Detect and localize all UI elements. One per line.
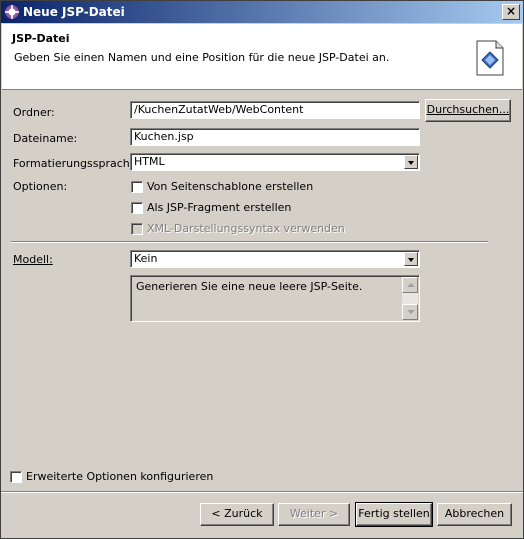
filename-value: Kuchen.jsp bbox=[134, 130, 194, 143]
chevron-down-icon[interactable] bbox=[404, 252, 418, 266]
fragment-checkbox-label: Als JSP-Fragment erstellen bbox=[147, 201, 292, 214]
template-checkbox-label: Von Seitenschablone erstellen bbox=[147, 180, 314, 193]
chevron-down-icon[interactable] bbox=[404, 155, 418, 169]
finish-button-label: Fertig stellen bbox=[358, 507, 430, 520]
finish-button[interactable]: Fertig stellen bbox=[355, 502, 433, 527]
title-bar[interactable]: Neue JSP-Datei × bbox=[1, 1, 523, 23]
model-description-box: Generieren Sie eine neue leere JSP-Seite… bbox=[130, 275, 420, 322]
xml-syntax-checkbox bbox=[131, 223, 143, 235]
footer-separator bbox=[1, 491, 523, 493]
markup-language-select[interactable]: HTML bbox=[130, 153, 420, 171]
model-label: Modell: bbox=[13, 253, 53, 266]
filename-input[interactable]: Kuchen.jsp bbox=[130, 128, 420, 146]
browse-button-label: Durchsuchen... bbox=[426, 103, 510, 116]
folder-value: /KuchenZutatWeb/WebContent bbox=[134, 103, 304, 116]
advanced-options-label: Erweiterte Optionen konfigurieren bbox=[26, 470, 214, 483]
model-value: Kein bbox=[134, 252, 158, 265]
vertical-scrollbar[interactable] bbox=[402, 277, 418, 320]
cancel-button-label: Abbrechen bbox=[444, 507, 505, 520]
window-title: Neue JSP-Datei bbox=[23, 5, 125, 19]
scroll-up-icon[interactable] bbox=[402, 277, 418, 293]
close-icon: × bbox=[505, 4, 517, 18]
back-button-label: < Zurück bbox=[211, 507, 263, 520]
page-description: Geben Sie einen Namen und eine Position … bbox=[14, 51, 390, 64]
back-button[interactable]: < Zurück bbox=[200, 503, 274, 526]
markup-language-value: HTML bbox=[134, 155, 165, 168]
browse-button[interactable]: Durchsuchen... bbox=[425, 99, 511, 122]
page-title: JSP-Datei bbox=[12, 32, 70, 45]
dialog-window: Neue JSP-Datei × JSP-Datei Geben Sie ein… bbox=[0, 0, 524, 539]
folder-label: Ordner: bbox=[13, 106, 55, 119]
markup-language-label: Formatierungssprache: bbox=[13, 157, 141, 170]
jsp-file-icon bbox=[476, 40, 504, 76]
advanced-options-checkbox[interactable] bbox=[10, 471, 22, 483]
filename-label: Dateiname: bbox=[13, 132, 78, 145]
template-checkbox[interactable] bbox=[131, 181, 143, 193]
xml-syntax-checkbox-label: XML-Darstellungssyntax verwenden bbox=[147, 222, 345, 235]
model-description: Generieren Sie eine neue leere JSP-Seite… bbox=[136, 280, 363, 293]
scroll-down-icon[interactable] bbox=[402, 304, 418, 320]
next-button-label: Weiter > bbox=[289, 507, 339, 520]
close-button[interactable]: × bbox=[502, 4, 520, 20]
separator bbox=[11, 241, 488, 243]
folder-input[interactable]: /KuchenZutatWeb/WebContent bbox=[130, 101, 420, 119]
model-select[interactable]: Kein bbox=[130, 250, 420, 268]
next-button: Weiter > bbox=[278, 503, 350, 526]
eclipse-wizard-icon bbox=[4, 4, 20, 20]
fragment-checkbox[interactable] bbox=[131, 202, 143, 214]
options-label: Optionen: bbox=[13, 180, 68, 193]
cancel-button[interactable]: Abbrechen bbox=[437, 503, 512, 526]
wizard-header: JSP-Datei Geben Sie einen Namen und eine… bbox=[2, 24, 522, 90]
